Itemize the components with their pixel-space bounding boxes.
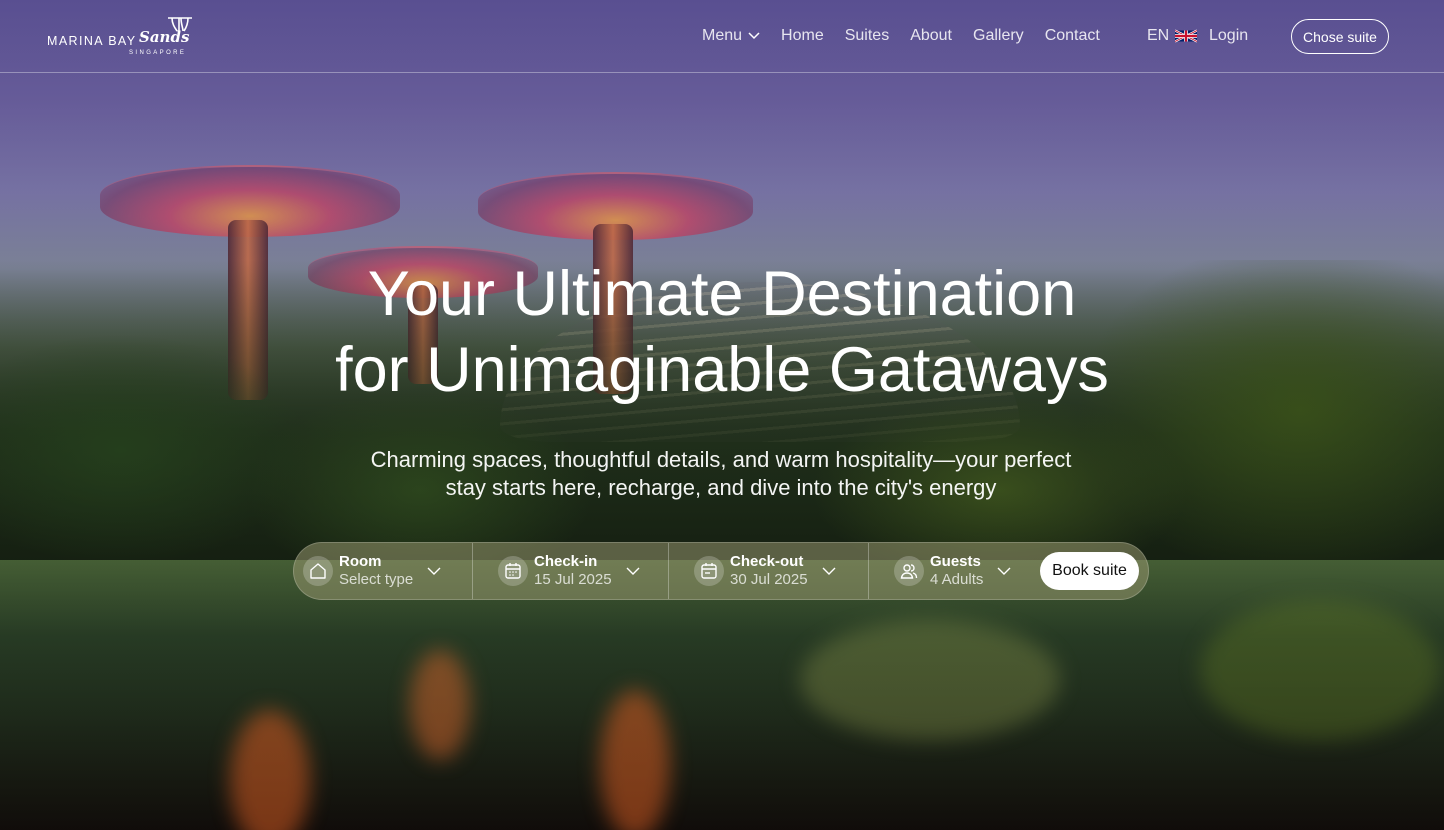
divider [472, 543, 473, 599]
divider [668, 543, 669, 599]
guests-value: 4 Adults [930, 571, 984, 588]
brand-location: SINGAPORE [129, 50, 187, 56]
chevron-down-icon [427, 567, 441, 575]
hero-title: Your Ultimate Destination for Unimaginab… [222, 256, 1222, 408]
language-label: EN [1147, 27, 1170, 44]
chevron-down-icon [822, 567, 836, 575]
login-link[interactable]: Login [1209, 27, 1248, 45]
nav-about[interactable]: About [910, 27, 952, 45]
checkin-label: Check-in [534, 553, 598, 570]
hero-background [0, 0, 1444, 830]
hero-subtitle-line2: stay starts here, recharge, and dive int… [445, 475, 997, 500]
checkout-label: Check-out [730, 553, 804, 570]
guests-label: Guests [930, 553, 981, 570]
chevron-down-icon [997, 567, 1011, 575]
room-value: Select type [339, 571, 414, 588]
uk-flag-icon [1175, 29, 1198, 43]
hero-subtitle-line1: Charming spaces, thoughtful details, and… [370, 447, 1072, 472]
nav-menu[interactable]: Menu [702, 27, 760, 45]
main-nav: Menu Home Suites About Gallery Contact [702, 27, 1100, 45]
divider [868, 543, 869, 599]
users-icon [894, 556, 924, 586]
hero-subtitle: Charming spaces, thoughtful details, and… [310, 446, 1132, 502]
checkin-value: 15 Jul 2025 [534, 571, 612, 588]
home-icon [303, 556, 333, 586]
nav-menu-label: Menu [702, 27, 743, 44]
room-selector[interactable]: Room Select type [303, 543, 441, 599]
chevron-down-icon [626, 567, 640, 575]
hero-title-line2: for Unimaginable Gataways [335, 335, 1109, 405]
nav-gallery[interactable]: Gallery [973, 27, 1024, 45]
hero-overlay [0, 0, 1444, 830]
nav-home[interactable]: Home [781, 27, 824, 45]
chevron-down-icon [748, 32, 760, 40]
chose-suite-button[interactable]: Chose suite [1291, 19, 1389, 54]
nav-contact[interactable]: Contact [1045, 27, 1100, 45]
brand-script: Sands [139, 28, 190, 46]
brand-name: MARINA BAY [47, 34, 137, 48]
booking-bar: Room Select type Check-in 15 Jul 2025 Ch… [293, 542, 1149, 600]
checkout-value: 30 Jul 2025 [730, 571, 808, 588]
room-label: Room [339, 553, 382, 570]
checkout-selector[interactable]: Check-out 30 Jul 2025 [694, 543, 836, 599]
checkin-selector[interactable]: Check-in 15 Jul 2025 [498, 543, 640, 599]
calendar-icon [498, 556, 528, 586]
guests-selector[interactable]: Guests 4 Adults [894, 543, 1011, 599]
calendar-icon [694, 556, 724, 586]
site-header: MARINA BAY Sands SINGAPORE Menu Home Sui… [0, 0, 1444, 73]
brand-logo[interactable]: MARINA BAY Sands SINGAPORE [47, 16, 197, 60]
nav-suites[interactable]: Suites [845, 27, 889, 45]
book-suite-button[interactable]: Book suite [1040, 552, 1139, 590]
hero-title-line1: Your Ultimate Destination [367, 259, 1077, 329]
language-selector[interactable]: EN [1147, 27, 1198, 45]
